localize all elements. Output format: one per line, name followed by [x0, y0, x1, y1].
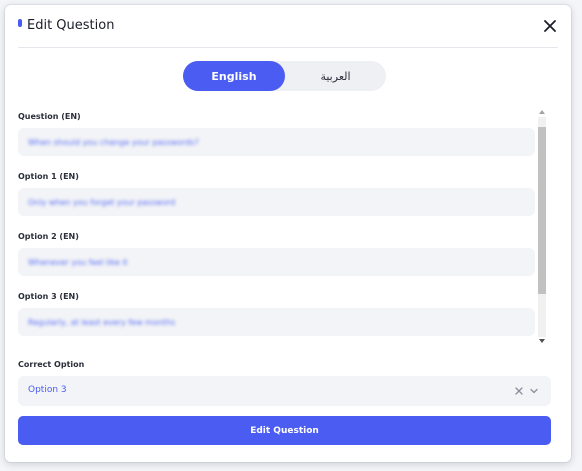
question-input-value: When should you change your passwords? — [28, 137, 199, 147]
scroll-down-button[interactable] — [536, 336, 548, 346]
edit-question-modal: Edit Question English العربية Question (… — [5, 5, 571, 462]
option-1-label: Option 1 (EN) — [18, 172, 79, 181]
correct-option-select[interactable]: Option 3 — [18, 376, 551, 406]
option-1-input[interactable]: Only when you forget your password — [18, 188, 535, 216]
close-icon — [544, 20, 556, 32]
scroll-up-button[interactable] — [536, 107, 548, 117]
fields-scroll-area[interactable]: Question (EN) When should you change you… — [18, 102, 552, 348]
scroll-down-icon — [539, 339, 545, 343]
option-2-input[interactable]: Whenever you feel like it — [18, 248, 535, 276]
title-marker — [18, 18, 22, 27]
option-3-input-value: Regularly, at least every few months — [28, 317, 176, 327]
scrollbar[interactable] — [536, 105, 548, 347]
close-button[interactable] — [541, 17, 559, 35]
clear-icon[interactable] — [514, 386, 524, 396]
correct-option-value: Option 3 — [28, 385, 67, 395]
option-2-label: Option 2 (EN) — [18, 232, 79, 241]
modal-title: Edit Question — [27, 18, 115, 33]
language-toggle: English العربية — [183, 61, 386, 91]
option-1-input-value: Only when you forget your password — [28, 197, 176, 207]
correct-option-label: Correct Option — [18, 360, 85, 369]
language-english-button[interactable]: English — [183, 61, 285, 91]
scroll-up-icon — [539, 110, 545, 114]
language-arabic-button[interactable]: العربية — [285, 61, 386, 91]
scrollbar-thumb[interactable] — [538, 127, 546, 294]
edit-question-button[interactable]: Edit Question — [18, 416, 551, 445]
question-input[interactable]: When should you change your passwords? — [18, 128, 535, 156]
option-2-input-value: Whenever you feel like it — [28, 257, 128, 267]
option-3-label: Option 3 (EN) — [18, 292, 79, 301]
header-divider — [18, 47, 558, 48]
modal-header: Edit Question — [5, 5, 571, 47]
chevron-down-icon[interactable] — [529, 386, 539, 396]
title-wrap: Edit Question — [18, 18, 114, 33]
question-label: Question (EN) — [18, 112, 81, 121]
option-3-input[interactable]: Regularly, at least every few months — [18, 308, 535, 336]
